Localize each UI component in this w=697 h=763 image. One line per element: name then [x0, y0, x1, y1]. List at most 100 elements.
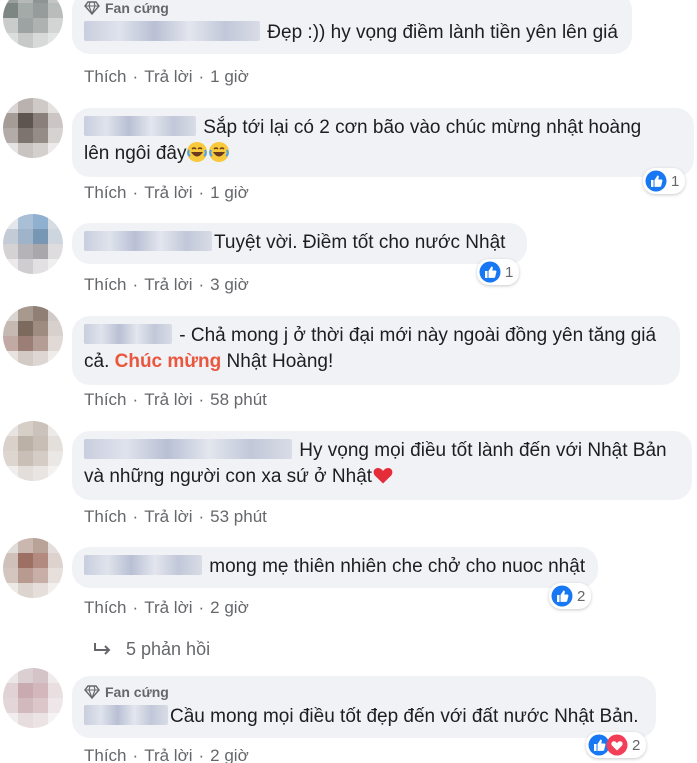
author-name-blurred[interactable]: [84, 231, 212, 251]
reply-button[interactable]: Trả lời: [144, 67, 192, 86]
comment-bubble: Hy vọng mọi điều tốt lành đến với Nhật B…: [72, 431, 692, 500]
separator: ·: [198, 183, 205, 202]
separator: ·: [132, 598, 139, 617]
reaction-summary[interactable]: 2: [586, 732, 647, 758]
comment-body: Tuyệt vời. Điềm tốt cho nước Nhật: [214, 232, 506, 253]
author-name-blurred[interactable]: [84, 439, 292, 459]
separator: ·: [198, 390, 205, 409]
comment-body: mong mẹ thiên nhiên che chở cho nuoc nhậ…: [209, 556, 586, 577]
like-icon: [645, 170, 667, 192]
reaction-icons: [645, 170, 667, 192]
reply-arrow-icon: [94, 642, 111, 655]
reaction-summary[interactable]: 1: [643, 168, 686, 194]
comment-text-line: Hy vọng mọi điều tốt lành đến với Nhật B…: [84, 438, 680, 464]
like-button[interactable]: Thích: [84, 507, 127, 526]
timestamp[interactable]: 2 giờ: [210, 598, 249, 617]
red-heart-emoji: [373, 467, 393, 484]
separator: ·: [132, 507, 139, 526]
timestamp[interactable]: 1 giờ: [210, 67, 249, 86]
comment-text: mong mẹ thiên nhiên che chở cho nuoc nhậ…: [84, 554, 586, 580]
reply-button[interactable]: Trả lời: [144, 507, 192, 526]
comment-bubble: mong mẹ thiên nhiên che chở cho nuoc nhậ…: [72, 547, 598, 588]
timestamp[interactable]: 53 phút: [210, 507, 267, 526]
laugh-cry-emoji: [209, 142, 230, 162]
like-button[interactable]: Thích: [84, 183, 127, 202]
comment-actions: Thích · Trả lời · 1 giờ: [84, 67, 249, 87]
timestamp[interactable]: 3 giờ: [210, 275, 249, 294]
comment-text: Tuyệt vời. Điềm tốt cho nước Nhật: [84, 230, 515, 256]
comment-actions: Thích · Trả lời · 58 phút: [84, 390, 267, 410]
fan-badge[interactable]: Fan cứng: [84, 0, 620, 17]
like-button[interactable]: Thích: [84, 390, 127, 409]
avatar[interactable]: [3, 538, 63, 598]
author-name-blurred[interactable]: [84, 116, 196, 136]
avatar[interactable]: [3, 0, 63, 48]
reply-button[interactable]: Trả lời: [144, 390, 192, 409]
like-button[interactable]: Thích: [84, 275, 127, 294]
comment-bubble: Fan cứng Đẹp :)) hy vọng điềm lành tiền …: [72, 0, 632, 54]
comment-text: Cầu mong mọi điều tốt đẹp đến với đất nư…: [84, 704, 644, 730]
comment-actions: Thích · Trả lời · 3 giờ: [84, 275, 249, 295]
reaction-count: 1: [671, 172, 680, 190]
comment-text-line: - Chả mong j ở thời đại mới này ngoài đồ…: [84, 323, 668, 349]
comment-body: cả.: [84, 351, 115, 372]
comment-body: Hy vọng mọi điều tốt lành đến với Nhật B…: [299, 440, 667, 461]
reaction-count: 1: [505, 263, 514, 281]
author-name-blurred[interactable]: [84, 21, 260, 41]
timestamp[interactable]: 58 phút: [210, 390, 267, 409]
reply-button[interactable]: Trả lời: [144, 183, 192, 202]
comment-body: Cầu mong mọi điều tốt đẹp đến với đất nư…: [170, 706, 639, 727]
author-name-blurred[interactable]: [84, 324, 172, 344]
like-button[interactable]: Thích: [84, 746, 127, 763]
separator: ·: [198, 746, 205, 763]
reaction-summary[interactable]: 2: [549, 583, 592, 609]
comment-body: Nhật Hoàng!: [221, 351, 334, 372]
diamond-icon: [84, 685, 100, 699]
separator: ·: [132, 67, 139, 86]
separator: ·: [198, 507, 205, 526]
love-icon: [606, 734, 628, 756]
reply-button[interactable]: Trả lời: [144, 746, 192, 763]
reply-button[interactable]: Trả lời: [144, 275, 192, 294]
separator: ·: [132, 390, 139, 409]
author-name-blurred[interactable]: [84, 705, 168, 725]
comment-bubble: Fan cứng Cầu mong mọi điều tốt đẹp đến v…: [72, 676, 656, 738]
comment-actions: Thích · Trả lời · 1 giờ: [84, 183, 249, 203]
comment-text-line: và những người con xa sứ ở Nhật: [84, 464, 680, 490]
separator: ·: [132, 746, 139, 763]
comment-text-line: Sắp tới lại có 2 cơn bão vào chúc mừng n…: [84, 115, 682, 141]
timestamp[interactable]: 1 giờ: [210, 183, 249, 202]
comment-body: Đẹp :)) hy vọng điềm lành tiền yên lên g…: [267, 22, 618, 43]
like-icon: [551, 585, 573, 607]
author-name-blurred[interactable]: [84, 555, 202, 575]
comment-actions: Thích · Trả lời · 53 phút: [84, 507, 267, 527]
avatar[interactable]: [3, 214, 63, 274]
comment-body: và những người con xa sứ ở Nhật: [84, 466, 373, 487]
separator: ·: [198, 275, 205, 294]
avatar[interactable]: [3, 98, 63, 158]
avatar[interactable]: [3, 306, 63, 366]
separator: ·: [198, 598, 205, 617]
fan-badge[interactable]: Fan cứng: [84, 683, 644, 701]
comment-bubble: - Chả mong j ở thời đại mới này ngoài đồ…: [72, 316, 680, 385]
comment-bubble: Tuyệt vời. Điềm tốt cho nước Nhật: [72, 223, 527, 264]
reply-button[interactable]: Trả lời: [144, 598, 192, 617]
avatar[interactable]: [3, 421, 63, 481]
reaction-count: 2: [577, 587, 586, 605]
comment-text-line: cả. Chúc mừng Nhật Hoàng!: [84, 349, 668, 375]
separator: ·: [132, 183, 139, 202]
avatar[interactable]: [3, 668, 63, 728]
view-replies-link[interactable]: 5 phản hồi: [92, 639, 210, 660]
reaction-icons: [551, 585, 573, 607]
hashtag-highlight[interactable]: Chúc mừng: [115, 351, 222, 372]
badge-label: Fan cứng: [105, 0, 169, 16]
timestamp[interactable]: 2 giờ: [210, 746, 249, 763]
reaction-summary[interactable]: 1: [477, 259, 520, 285]
comment-text: Đẹp :)) hy vọng điềm lành tiền yên lên g…: [84, 20, 620, 46]
badge-label: Fan cứng: [105, 684, 169, 700]
like-button[interactable]: Thích: [84, 67, 127, 86]
reaction-icons: [588, 734, 628, 756]
like-button[interactable]: Thích: [84, 598, 127, 617]
comment-bubble: Sắp tới lại có 2 cơn bão vào chúc mừng n…: [72, 108, 694, 177]
comment-body: - Chả mong j ở thời đại mới này ngoài đồ…: [179, 325, 657, 346]
